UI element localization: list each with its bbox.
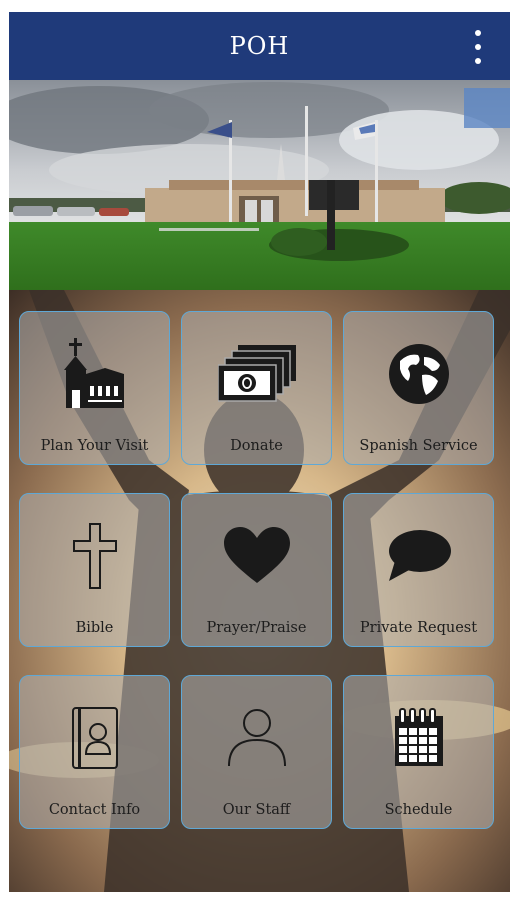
tile-label: Prayer/Praise bbox=[206, 620, 307, 636]
tile-our-staff[interactable]: Our Staff bbox=[181, 675, 332, 829]
app-bar: POH bbox=[9, 12, 510, 80]
tile-label: Spanish Service bbox=[359, 438, 478, 454]
tile-private-request[interactable]: Private Request bbox=[343, 493, 494, 647]
church-photo bbox=[9, 80, 510, 290]
hero-image bbox=[9, 80, 510, 290]
tile-label: Private Request bbox=[359, 620, 478, 636]
calendar-icon bbox=[344, 698, 493, 778]
tile-contact-info[interactable]: Contact Info bbox=[19, 675, 170, 829]
tile-prayer-praise[interactable]: Prayer/Praise bbox=[181, 493, 332, 647]
heart-icon bbox=[182, 516, 331, 596]
tile-bible[interactable]: Bible bbox=[19, 493, 170, 647]
church-icon bbox=[20, 334, 169, 414]
tile-donate[interactable]: Donate bbox=[181, 311, 332, 465]
person-icon bbox=[182, 698, 331, 778]
speech-bubble-icon bbox=[344, 516, 493, 596]
money-icon bbox=[182, 334, 331, 414]
app-title: POH bbox=[229, 32, 290, 60]
tile-schedule[interactable]: Schedule bbox=[343, 675, 494, 829]
cross-icon bbox=[20, 516, 169, 596]
overflow-menu-icon[interactable] bbox=[470, 30, 486, 64]
tile-label: Our Staff bbox=[222, 802, 291, 818]
tile-label: Bible bbox=[75, 620, 114, 636]
tile-label: Donate bbox=[230, 438, 283, 454]
tile-label: Plan Your Visit bbox=[40, 438, 149, 454]
tile-spanish-service[interactable]: Spanish Service bbox=[343, 311, 494, 465]
app-frame: POH Plan Your Visit Donate Spanish Servi… bbox=[9, 12, 510, 892]
globe-icon bbox=[344, 334, 493, 414]
menu-grid: Plan Your Visit Donate Spanish Service B… bbox=[9, 290, 510, 892]
tile-label: Schedule bbox=[384, 802, 453, 818]
tile-label: Contact Info bbox=[48, 802, 141, 818]
contact-book-icon bbox=[20, 698, 169, 778]
tile-plan-your-visit[interactable]: Plan Your Visit bbox=[19, 311, 170, 465]
